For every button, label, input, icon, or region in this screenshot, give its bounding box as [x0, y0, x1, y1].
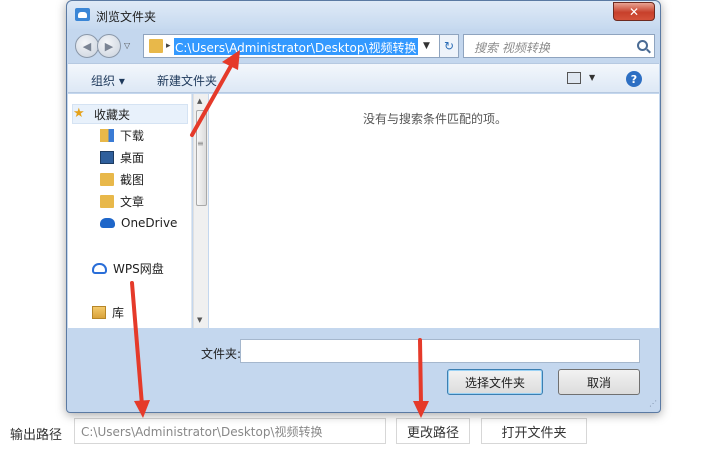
refresh-button[interactable]: ↻	[439, 34, 459, 58]
nav-item-favorites[interactable]: ★ 收藏夹	[72, 104, 188, 124]
forward-button[interactable]: ▶	[97, 34, 121, 58]
download-folder-icon	[100, 128, 114, 142]
help-icon[interactable]: ?	[626, 71, 642, 87]
search-input[interactable]: 搜索 视频转换	[463, 34, 655, 58]
nav-item-label: 文章	[120, 194, 145, 209]
view-dropdown-icon[interactable]: ▼	[589, 73, 595, 82]
nav-item-libraries[interactable]: 库	[92, 302, 124, 322]
title-bar[interactable]: 浏览文件夹 ✕	[67, 1, 660, 29]
new-folder-button[interactable]: 新建文件夹	[157, 72, 217, 89]
search-placeholder: 搜索 视频转换	[474, 41, 550, 55]
cancel-button[interactable]: 取消	[558, 369, 640, 395]
file-list-pane[interactable]: 没有与搜索条件匹配的项。	[209, 94, 659, 328]
nav-item-label: OneDrive	[121, 216, 178, 230]
forward-arrow-icon: ▶	[104, 39, 114, 53]
browse-folder-dialog: 浏览文件夹 ✕ ◀ ▶ ▽ ▸ C:\Users\Administrator\D…	[66, 0, 661, 413]
output-path-field[interactable]: C:\Users\Administrator\Desktop\视频转换	[74, 418, 386, 444]
nav-item-label: 收藏夹	[94, 107, 131, 122]
resize-grip-icon[interactable]: ⋰	[649, 399, 657, 408]
star-icon: ★	[73, 105, 85, 121]
search-icon[interactable]	[637, 40, 648, 51]
address-path[interactable]: C:\Users\Administrator\Desktop\视频转换	[174, 38, 418, 55]
folder-icon	[149, 39, 163, 53]
back-button[interactable]: ◀	[75, 34, 99, 58]
address-bar[interactable]: ▸ C:\Users\Administrator\Desktop\视频转换	[143, 34, 441, 58]
nav-item-screenshots[interactable]: 截图	[100, 169, 144, 189]
cloud-app-icon	[75, 8, 90, 21]
folder-field-label: 文件夹:	[201, 347, 242, 361]
output-path-label: 输出路径	[10, 428, 63, 443]
nav-item-desktop[interactable]: 桌面	[100, 147, 144, 167]
breadcrumb-separator-icon[interactable]: ▸	[166, 41, 171, 51]
cloud-icon	[92, 262, 107, 274]
address-dropdown-icon[interactable]: ▼	[423, 41, 430, 51]
refresh-icon: ↻	[443, 39, 455, 53]
change-path-button[interactable]: 更改路径	[396, 418, 470, 444]
back-arrow-icon: ◀	[82, 39, 92, 53]
empty-results-message: 没有与搜索条件匹配的项。	[363, 112, 508, 126]
dialog-title: 浏览文件夹	[96, 10, 157, 24]
nav-scrollbar[interactable]: ▲ ≡ ▼	[193, 94, 208, 328]
view-options-icon[interactable]	[567, 72, 581, 84]
folder-icon	[100, 172, 114, 186]
nav-item-downloads[interactable]: 下载	[100, 125, 144, 145]
scroll-down-icon[interactable]: ▼	[197, 316, 202, 324]
navigation-pane: ★ 收藏夹 下载 桌面 截图 文章 OneDrive WPS网盘 库	[68, 94, 192, 328]
close-button[interactable]: ✕	[613, 2, 655, 21]
onedrive-icon	[100, 218, 115, 228]
nav-item-label: 下载	[120, 128, 145, 143]
nav-item-label: 库	[112, 305, 125, 320]
organize-menu[interactable]: 组织 ▾	[91, 72, 125, 89]
nav-item-label: WPS网盘	[113, 261, 164, 276]
nav-item-label: 桌面	[120, 150, 145, 165]
history-dropdown-icon[interactable]: ▽	[124, 41, 130, 50]
desktop-icon	[100, 150, 114, 164]
command-toolbar: 组织 ▾ 新建文件夹 ▼ ?	[68, 63, 659, 93]
scroll-up-icon[interactable]: ▲	[197, 97, 202, 105]
folder-icon	[100, 194, 114, 208]
nav-item-label: 截图	[120, 172, 145, 187]
select-folder-button[interactable]: 选择文件夹	[447, 369, 543, 395]
nav-item-articles[interactable]: 文章	[100, 191, 144, 211]
nav-item-onedrive[interactable]: OneDrive	[100, 213, 177, 233]
folder-name-input[interactable]	[240, 339, 640, 363]
nav-item-wps-drive[interactable]: WPS网盘	[92, 258, 164, 278]
library-icon	[92, 305, 106, 319]
scroll-grip-icon: ≡	[197, 139, 204, 148]
open-folder-button[interactable]: 打开文件夹	[481, 418, 587, 444]
scroll-thumb[interactable]	[196, 110, 207, 206]
